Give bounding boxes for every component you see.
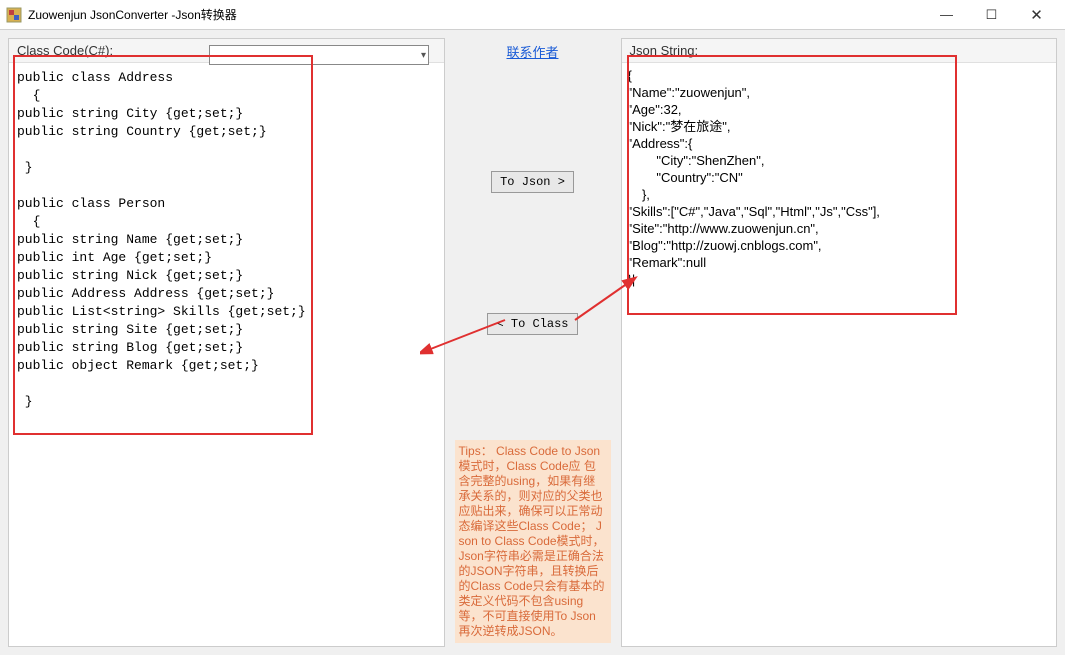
mid-pane: 联系作者 To Json > < To Class Tips： Class Co… <box>453 38 613 647</box>
minimize-button[interactable]: — <box>924 1 969 29</box>
titlebar: Zuowenjun JsonConverter -Json转换器 — ☐ ✕ <box>0 0 1065 30</box>
window-title: Zuowenjun JsonConverter -Json转换器 <box>28 6 924 23</box>
to-class-button[interactable]: < To Class <box>487 313 577 335</box>
class-code-textarea[interactable]: public class Address { public string Cit… <box>9 63 444 640</box>
class-code-label: Class Code(C#): <box>17 43 113 58</box>
close-button[interactable]: ✕ <box>1014 1 1059 29</box>
tips-box: Tips： Class Code to Json模式时，Class Code应 … <box>455 440 611 643</box>
right-pane: Json String: { "Name":"zuowenjun", "Age"… <box>621 38 1058 647</box>
client-area: Class Code(C#): Parse ▾ public class Add… <box>0 30 1065 655</box>
json-string-label: Json String: <box>630 43 699 58</box>
class-dropdown[interactable]: ▾ <box>209 45 429 65</box>
to-json-button[interactable]: To Json > <box>491 171 574 193</box>
window-controls: — ☐ ✕ <box>924 1 1059 29</box>
app-icon <box>6 7 22 23</box>
json-textarea[interactable]: { "Name":"zuowenjun", "Age":32, "Nick":"… <box>622 63 1057 640</box>
maximize-button[interactable]: ☐ <box>969 1 1014 29</box>
chevron-down-icon: ▾ <box>421 50 426 61</box>
contact-author-link[interactable]: 联系作者 <box>506 42 558 61</box>
right-header: Json String: <box>622 39 1057 63</box>
left-pane: Class Code(C#): Parse ▾ public class Add… <box>8 38 445 647</box>
